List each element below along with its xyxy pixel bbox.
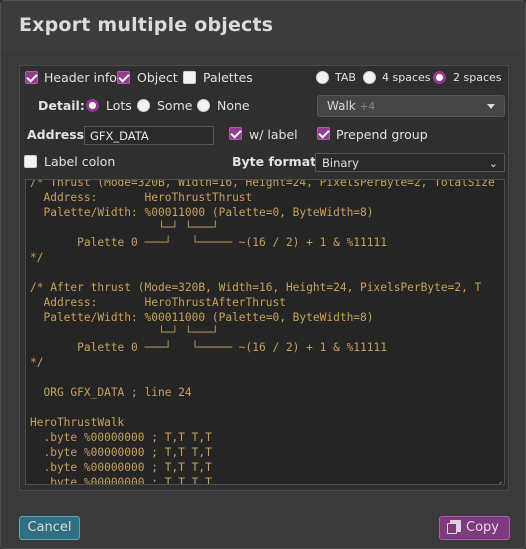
resize-grip-icon[interactable]	[494, 474, 502, 482]
address-input[interactable]	[84, 126, 214, 145]
header-info-checkbox[interactable]	[25, 71, 38, 84]
palettes-checkbox[interactable]	[183, 71, 196, 84]
group-select[interactable]: Walk +4	[317, 95, 505, 117]
indent-tab-radio[interactable]	[316, 71, 329, 84]
w-label-label: w/ label	[249, 127, 298, 142]
indent-tab-label: TAB	[335, 71, 356, 84]
object-checkbox[interactable]	[117, 71, 130, 84]
indent-2-spaces-radio[interactable]	[433, 71, 446, 84]
prepend-group-label: Prepend group	[336, 127, 428, 142]
detail-none-label: None	[217, 98, 250, 113]
options-panel: Header info Object Palettes TAB 4 spaces…	[19, 65, 509, 491]
indent-2-spaces-label: 2 spaces	[453, 71, 502, 84]
w-label-checkbox[interactable]	[229, 127, 242, 140]
label-colon-label: Label colon	[44, 154, 116, 169]
palettes-label: Palettes	[203, 70, 253, 85]
address-label: Address:	[27, 127, 90, 142]
header-info-label: Header info	[44, 70, 117, 85]
detail-none-radio[interactable]	[197, 99, 210, 112]
code-output-text: /* Thrust (Mode=320B, Width=16, Height=2…	[30, 179, 495, 485]
copy-icon	[447, 520, 461, 534]
detail-lots-label: Lots	[106, 98, 132, 113]
code-output-textarea[interactable]: /* Thrust (Mode=320B, Width=16, Height=2…	[25, 179, 505, 485]
dialog-title: Export multiple objects	[19, 14, 274, 36]
object-label: Object	[137, 70, 178, 85]
byte-format-select[interactable]: Binary ⌄	[315, 153, 505, 172]
indent-4-spaces-label: 4 spaces	[382, 71, 431, 84]
detail-some-label: Some	[157, 98, 193, 113]
chevron-down-icon: ⌄	[488, 157, 498, 170]
detail-label: Detail:	[38, 98, 85, 113]
prepend-group-checkbox[interactable]	[317, 127, 330, 140]
dialog-titlebar: Export multiple objects	[1, 1, 525, 51]
byte-format-label: Byte format:	[232, 154, 322, 169]
byte-format-value: Binary	[322, 156, 359, 170]
label-colon-checkbox[interactable]	[24, 155, 37, 168]
indent-4-spaces-radio[interactable]	[363, 71, 376, 84]
chevron-down-icon	[487, 104, 495, 109]
copy-button[interactable]: Copy	[439, 516, 510, 540]
cancel-button[interactable]: Cancel	[19, 516, 80, 540]
export-dialog: Export multiple objects Header info Obje…	[0, 0, 526, 549]
detail-lots-radio[interactable]	[86, 99, 99, 112]
detail-some-radio[interactable]	[137, 99, 150, 112]
group-select-value: Walk +4	[327, 99, 376, 113]
copy-button-label: Copy	[466, 520, 499, 535]
